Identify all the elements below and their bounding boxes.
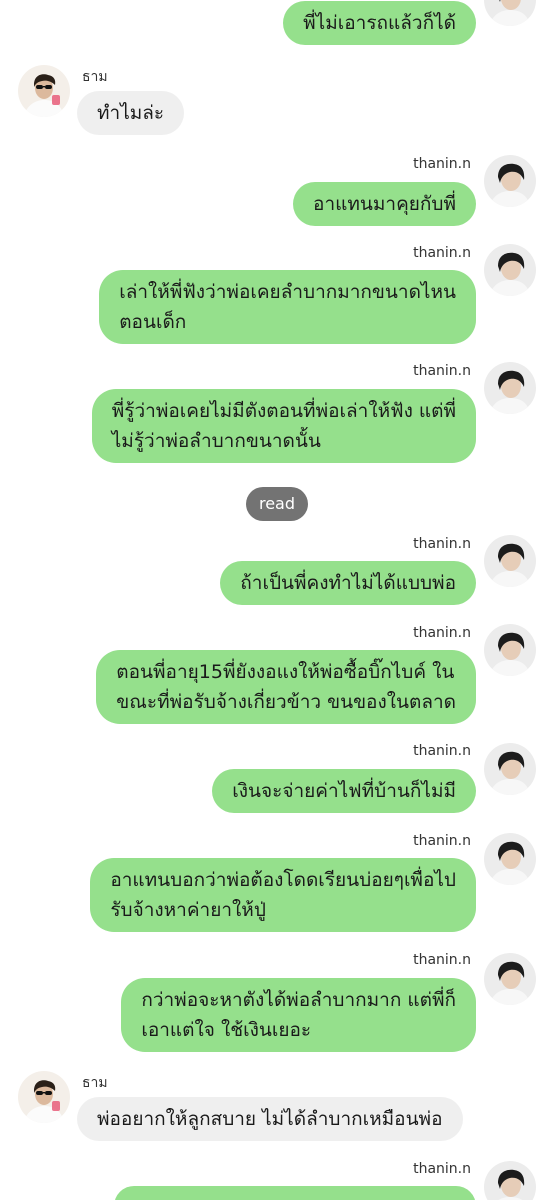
message-bubble[interactable]: ทำไมล่ะ [77,91,185,135]
sender-name: thanin.n [413,1161,471,1177]
message-bubble[interactable] [114,1186,476,1200]
message-text-line: พ่ออยากให้ลูกสบาย ไม่ได้ลำบากเหมือนพ่อ [97,1108,443,1130]
profile-photo-dark-hair-icon [484,0,536,26]
message-text-line: เล่าให้พี่ฟังว่าพ่อเคยลำบากมากขนาดไหน [119,281,456,303]
sender-name: thanin.n [413,625,471,641]
message-bubble[interactable]: อาแทนมาคุยกับพี่ [293,182,476,226]
message-bubble[interactable]: กว่าพ่อจะหาตังได้พ่อลำบากมาก แต่พี่ก็ เอ… [121,978,476,1052]
profile-photo-dark-hair-icon [484,362,536,414]
message-text-line: ทำไมล่ะ [97,102,165,124]
read-receipt-badge: read [246,487,308,521]
chat-thread: พี่ไม่เอารถแล้วก็ได้ ธาม ทำไมล่ะ thanin.… [0,0,553,1200]
profile-photo-sunglasses-icon [18,1071,70,1123]
message-text-line: ไม่รู้ว่าพ่อลำบากขนาดนั้น [111,430,321,452]
message-text-line: รับจ้างหาค่ายาให้ปู่ [110,899,266,921]
profile-photo-sunglasses-icon [18,65,70,117]
avatar[interactable] [18,1071,70,1123]
message-text-line: พี่ไม่เอารถแล้วก็ได้ [303,12,456,34]
sender-name: thanin.n [413,245,471,261]
avatar[interactable] [484,743,536,795]
sender-name: thanin.n [413,743,471,759]
sender-name: thanin.n [413,833,471,849]
avatar[interactable] [484,535,536,587]
avatar[interactable] [484,244,536,296]
message-bubble[interactable]: พี่รู้ว่าพ่อเคยไม่มีตังตอนที่พ่อเล่าให้ฟ… [91,389,476,463]
message-bubble[interactable]: ถ้าเป็นพี่คงทำไม่ได้แบบพ่อ [220,561,476,605]
message-text-line: ตอนพี่อายุ15พี่ยังงอแงให้พ่อซื้อบิ๊กไบค์… [116,661,455,683]
message-bubble[interactable]: อาแทนบอกว่าพ่อต้องโดดเรียนบ่อยๆเพื่อไป ร… [90,858,476,932]
message-text-line: อาแทนบอกว่าพ่อต้องโดดเรียนบ่อยๆเพื่อไป [110,869,456,891]
message-bubble[interactable]: พ่ออยากให้ลูกสบาย ไม่ได้ลำบากเหมือนพ่อ [77,1097,463,1141]
profile-photo-dark-hair-icon [484,1161,536,1200]
profile-photo-dark-hair-icon [484,244,536,296]
message-bubble[interactable]: เงินจะจ่ายค่าไฟที่บ้านก็ไม่มี [212,769,476,813]
message-text-line: อาแทนมาคุยกับพี่ [313,193,456,215]
profile-photo-dark-hair-icon [484,535,536,587]
profile-photo-dark-hair-icon [484,624,536,676]
message-text-line: ตอนเด็ก [119,311,187,333]
avatar[interactable] [484,833,536,885]
message-text-line: ขณะที่พ่อรับจ้างเกี่ยวข้าว ขนของในตลาด [116,691,456,713]
message-bubble[interactable]: ตอนพี่อายุ15พี่ยังงอแงให้พ่อซื้อบิ๊กไบค์… [96,650,476,724]
sender-name: thanin.n [413,536,471,552]
profile-photo-dark-hair-icon [484,743,536,795]
message-text-line: กว่าพ่อจะหาตังได้พ่อลำบากมาก แต่พี่ก็ [141,989,456,1011]
profile-photo-dark-hair-icon [484,155,536,207]
avatar[interactable] [484,155,536,207]
message-bubble[interactable]: เล่าให้พี่ฟังว่าพ่อเคยลำบากมากขนาดไหน ตอ… [99,270,476,344]
avatar[interactable] [484,0,536,26]
profile-photo-dark-hair-icon [484,953,536,1005]
sender-name: ธาม [82,1075,108,1091]
sender-name: thanin.n [413,156,471,172]
message-text-line: พี่รู้ว่าพ่อเคยไม่มีตังตอนที่พ่อเล่าให้ฟ… [111,400,456,422]
sender-name: ธาม [82,69,108,85]
avatar[interactable] [18,65,70,117]
sender-name: thanin.n [413,952,471,968]
avatar[interactable] [484,953,536,1005]
avatar[interactable] [484,1161,536,1200]
message-text-line: ถ้าเป็นพี่คงทำไม่ได้แบบพ่อ [240,572,456,594]
sender-name: thanin.n [413,363,471,379]
message-text-line: เงินจะจ่ายค่าไฟที่บ้านก็ไม่มี [232,780,456,802]
message-bubble[interactable]: พี่ไม่เอารถแล้วก็ได้ [283,1,476,45]
avatar[interactable] [484,362,536,414]
avatar[interactable] [484,624,536,676]
message-text-line: เอาแต่ใจ ใช้เงินเยอะ [141,1019,312,1041]
profile-photo-dark-hair-icon [484,833,536,885]
